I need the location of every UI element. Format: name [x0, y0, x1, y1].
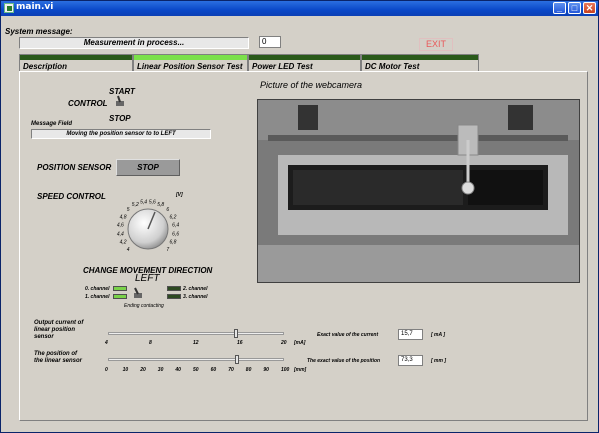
position-exact-unit: [ mm ] [431, 358, 446, 364]
current-slider-track [108, 332, 284, 335]
channel-1-label: 1. channel [85, 294, 110, 300]
tab-label: Power LED Test [252, 62, 313, 71]
current-tick-label: 16 [237, 340, 243, 346]
current-tick-label: 12 [193, 340, 199, 346]
current-exact-value: 15,7 [398, 329, 423, 340]
speed-tick-label: 6,4 [172, 223, 179, 229]
position-exact-value: 73,3 [398, 355, 423, 366]
current-label-line1: Output current of [34, 320, 84, 326]
direction-value: LEFT [135, 273, 160, 284]
position-tick-label: 10 [122, 367, 129, 373]
position-exact-label: The exact value of the position [307, 358, 381, 364]
channel-2-label: 2. channel [183, 286, 208, 292]
channel-1-led [113, 294, 127, 299]
speed-tick-label: 7 [166, 247, 169, 253]
message-field: Moving the position sensor to to LEFT [31, 129, 211, 139]
ending-contacting-label: Ending contacting [124, 303, 164, 309]
speed-tick-label: 4,2 [120, 240, 127, 246]
system-message-counter: 0 [259, 36, 281, 48]
position-tick-label: 60 [210, 367, 217, 373]
channel-3-led [167, 294, 181, 299]
position-tick-label: 40 [175, 367, 181, 373]
message-field-label: Message Field [31, 121, 73, 127]
speed-tick-label: 4,6 [117, 223, 124, 229]
webcam-label: Picture of the webcamera [260, 80, 363, 90]
position-tick-label: 70 [228, 367, 234, 373]
speed-tick-label: 6,2 [169, 214, 176, 220]
close-button[interactable]: ✕ [583, 2, 596, 14]
speed-control-knob[interactable]: 4 4,2 4,4 4,6 4,8 5 5,2 5,4 5,6 5,8 6 6,2 6,4 6,6 6,8 7 [111, 187, 221, 277]
current-unit: [mA] [294, 340, 306, 346]
position-tick-label: 100 [281, 367, 290, 373]
main-window: main.vi _ □ ✕ System message: Measuremen… [0, 0, 599, 433]
position-label-line2: the linear sensor [34, 358, 83, 364]
labview-app-icon [4, 3, 14, 13]
current-tick-label: 20 [281, 340, 287, 346]
control-stop-label: STOP [109, 114, 131, 123]
position-slider-thumb[interactable] [235, 355, 239, 364]
current-exact-label: Exact value of the current [317, 332, 379, 338]
maximize-button[interactable]: □ [568, 2, 581, 14]
speed-tick-label: 6 [166, 207, 169, 213]
position-sensor-stop-button[interactable]: STOP [116, 159, 180, 176]
position-unit: [mm] [294, 367, 307, 373]
position-slider-track [108, 358, 284, 361]
control-label: CONTROL [68, 99, 108, 108]
title-bar: main.vi _ □ ✕ [1, 1, 598, 16]
minimize-button[interactable]: _ [553, 2, 566, 14]
control-toggle-switch[interactable] [115, 94, 125, 106]
position-tick-label: 20 [140, 367, 146, 373]
tab-label: DC Motor Test [365, 62, 420, 71]
position-tick-label: 80 [245, 367, 252, 373]
current-exact-unit: [ mA ] [431, 332, 445, 338]
position-label-line1: The position of [34, 351, 77, 357]
window-title: main.vi [16, 2, 54, 12]
speed-tick-label: 6,8 [169, 240, 176, 246]
speed-tick-label: 4,8 [120, 214, 127, 220]
current-tick-label: 8 [149, 340, 152, 346]
system-message-label: System message: [5, 27, 73, 36]
direction-toggle-switch[interactable] [132, 286, 144, 298]
speed-tick-label: 5,4 [140, 199, 147, 205]
speed-tick-label: 5,8 [157, 202, 164, 208]
speed-tick-label: 5,2 [132, 202, 139, 208]
position-tick-label: 0 [105, 367, 108, 373]
channel-3-label: 3. channel [183, 294, 208, 300]
speed-control-label: SPEED CONTROL [37, 192, 106, 201]
system-message-field: Measurement in process... [19, 37, 249, 49]
current-label-line2: linear position [34, 327, 76, 333]
tab-power-led-test[interactable]: Power LED Test [248, 54, 361, 71]
tab-description[interactable]: Description [19, 54, 133, 71]
tab-label: Description [23, 62, 68, 71]
tab-label: Linear Position Sensor Test [137, 62, 243, 71]
exit-button[interactable]: EXIT [419, 38, 453, 51]
speed-tick-label: 5,6 [149, 199, 156, 205]
position-tick-label: 90 [263, 367, 269, 373]
channel-0-led [113, 286, 127, 291]
channel-2-led [167, 286, 181, 291]
current-label-line3: sensor [34, 334, 54, 340]
webcam-image [257, 99, 580, 283]
tab-linear-position-sensor-test[interactable]: Linear Position Sensor Test [133, 54, 248, 71]
current-tick-label: 4 [105, 340, 108, 346]
position-sensor-label: POSITION SENSOR [37, 163, 112, 172]
speed-tick-label: 5 [127, 207, 130, 213]
speed-tick-label: 6,6 [172, 231, 179, 237]
speed-tick-label: 4,4 [117, 231, 124, 237]
position-tick-label: 50 [193, 367, 199, 373]
current-slider-thumb[interactable] [234, 329, 239, 338]
channel-0-label: 0. channel [85, 286, 110, 292]
speed-control-unit: [V] [176, 192, 183, 198]
speed-tick-label: 4 [127, 247, 130, 253]
position-tick-label: 30 [157, 367, 164, 373]
tab-dc-motor-test[interactable]: DC Motor Test [361, 54, 479, 71]
